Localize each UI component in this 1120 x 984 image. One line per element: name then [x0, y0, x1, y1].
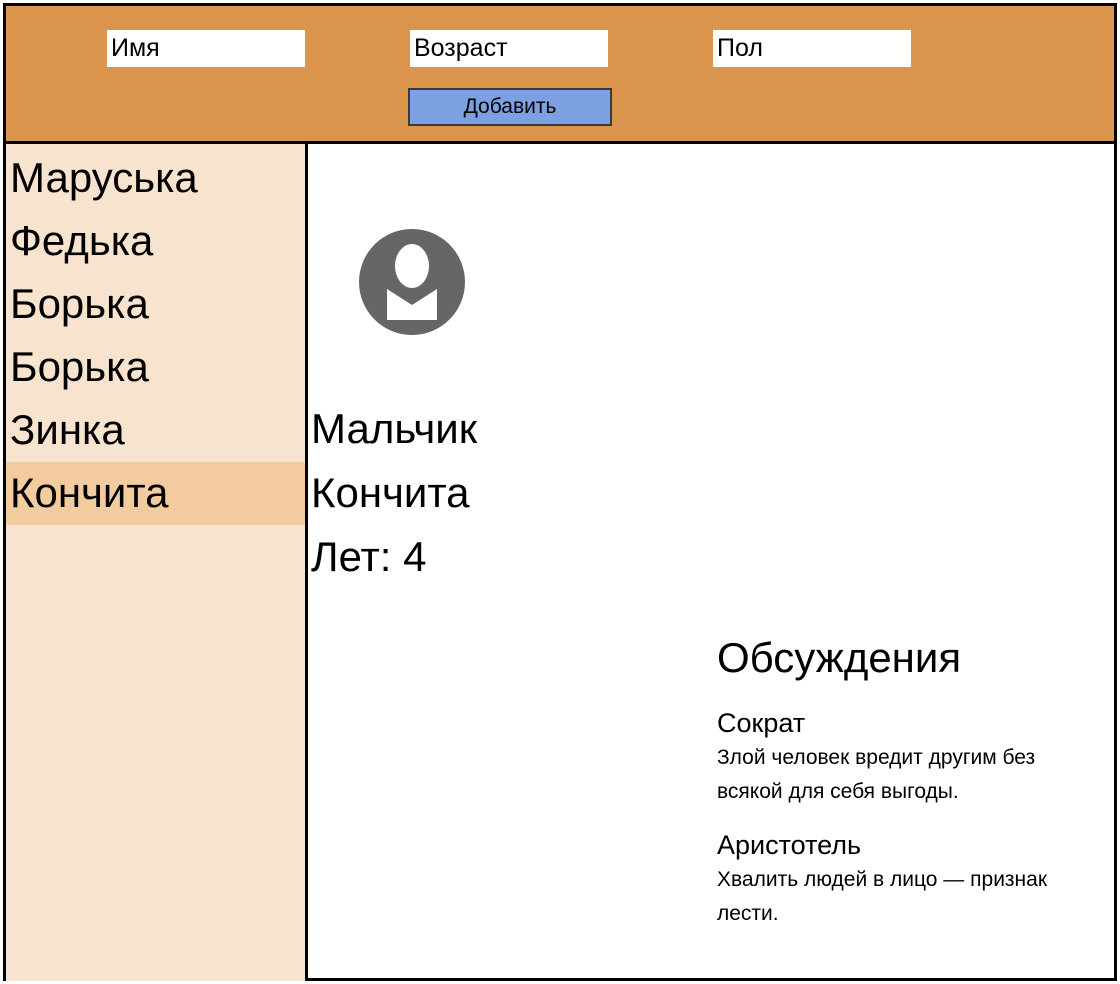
discussion-section: Обсуждения Сократ Злой человек вредит др…: [717, 633, 1087, 931]
app-window: Добавить Маруська Федька Борька Борька З…: [3, 3, 1117, 981]
comment-text: Злой человек вредит другим без всякой дл…: [717, 746, 1036, 803]
sidebar-item[interactable]: Кончита: [6, 462, 305, 525]
sidebar-item[interactable]: Борька: [6, 336, 305, 399]
profile-panel: Мальчик Кончита Лет: 4 Обсуждения Сократ…: [308, 144, 1114, 981]
profile-name: Кончита: [311, 469, 470, 516]
sidebar-item[interactable]: Зинка: [6, 399, 305, 462]
gender-input[interactable]: [713, 30, 911, 67]
add-button[interactable]: Добавить: [408, 88, 612, 126]
add-form-header: Добавить: [6, 6, 1114, 144]
sidebar-item[interactable]: Федька: [6, 210, 305, 273]
comment-author: Аристотель: [717, 830, 862, 860]
name-input[interactable]: [107, 30, 305, 67]
age-input[interactable]: [410, 30, 608, 67]
comment-text: Хвалить людей в лицо — признак лести.: [717, 868, 1048, 925]
profile-gender: Мальчик: [311, 405, 478, 452]
sidebar: Маруська Федька Борька Борька Зинка Конч…: [6, 144, 308, 981]
comment-author: Сократ: [717, 708, 806, 738]
discussion-title: Обсуждения: [717, 634, 962, 681]
sidebar-item[interactable]: Маруська: [6, 147, 305, 210]
comment: Сократ Злой человек вредит другим без вс…: [717, 707, 1087, 809]
people-list: Маруська Федька Борька Борька Зинка Конч…: [6, 144, 305, 525]
profile-age: Лет: 4: [311, 533, 427, 580]
user-avatar-icon: [359, 229, 465, 335]
sidebar-item[interactable]: Борька: [6, 273, 305, 336]
comment: Аристотель Хвалить людей в лицо — призна…: [717, 829, 1087, 931]
